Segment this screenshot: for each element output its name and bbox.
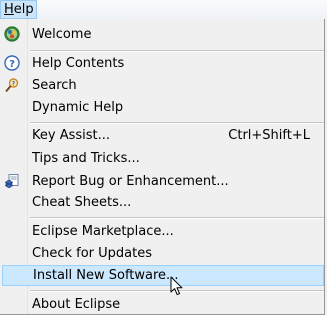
menu-separator	[30, 217, 324, 219]
menu-item-welcome[interactable]: Welcome	[1, 24, 323, 45]
search-icon: ?	[4, 77, 20, 93]
menu-item-label: Check for Updates	[32, 246, 152, 261]
help-menu-mnemonic: H	[4, 2, 14, 17]
menu-item-label: Key Assist...	[32, 128, 111, 143]
menu-item-about-eclipse[interactable]: About Eclipse	[1, 294, 323, 315]
menu-item-help-contents[interactable]: ? Help Contents	[1, 53, 323, 74]
help-menu-title[interactable]: Help	[0, 0, 37, 19]
menu-item-tips-and-tricks[interactable]: Tips and Tricks...	[1, 148, 323, 169]
menu-item-label: Report Bug or Enhancement...	[32, 174, 229, 189]
menu-bar: Help	[0, 0, 327, 19]
menu-item-key-assist[interactable]: Key Assist... Ctrl+Shift+L	[1, 125, 323, 146]
menu-item-label: Search	[32, 78, 77, 93]
menu-item-label: About Eclipse	[32, 297, 121, 312]
menu-item-check-for-updates[interactable]: Check for Updates	[1, 243, 323, 264]
svg-text:?: ?	[9, 59, 15, 70]
menu-item-label: Cheat Sheets...	[32, 195, 132, 210]
report-bug-icon	[4, 173, 20, 189]
help-dropdown-menu: Welcome ? Help Contents ? Search Dynamic…	[0, 19, 325, 315]
menu-item-label: Install New Software...	[33, 268, 179, 283]
menu-separator	[30, 122, 324, 124]
menu-item-cheat-sheets[interactable]: Cheat Sheets...	[1, 192, 323, 213]
svg-text:?: ?	[12, 81, 16, 88]
help-contents-icon: ?	[4, 55, 20, 71]
menu-item-label: Eclipse Marketplace...	[32, 224, 174, 239]
menu-item-label: Welcome	[32, 27, 92, 42]
menu-item-install-new-software[interactable]: Install New Software...	[2, 265, 324, 286]
menu-item-report-bug[interactable]: Report Bug or Enhancement...	[1, 171, 323, 192]
menu-item-label: Tips and Tricks...	[32, 151, 140, 166]
menu-item-label: Dynamic Help	[32, 100, 124, 115]
welcome-icon	[4, 26, 20, 42]
menu-item-dynamic-help[interactable]: Dynamic Help	[1, 97, 323, 118]
menu-item-search[interactable]: ? Search	[1, 75, 323, 96]
menu-item-eclipse-marketplace[interactable]: Eclipse Marketplace...	[1, 221, 323, 242]
help-menu-title-rest: elp	[13, 2, 34, 17]
menu-item-label: Help Contents	[32, 56, 125, 71]
mouse-pointer-icon	[170, 276, 184, 296]
menu-separator	[30, 50, 324, 52]
menu-item-shortcut: Ctrl+Shift+L	[228, 128, 310, 143]
